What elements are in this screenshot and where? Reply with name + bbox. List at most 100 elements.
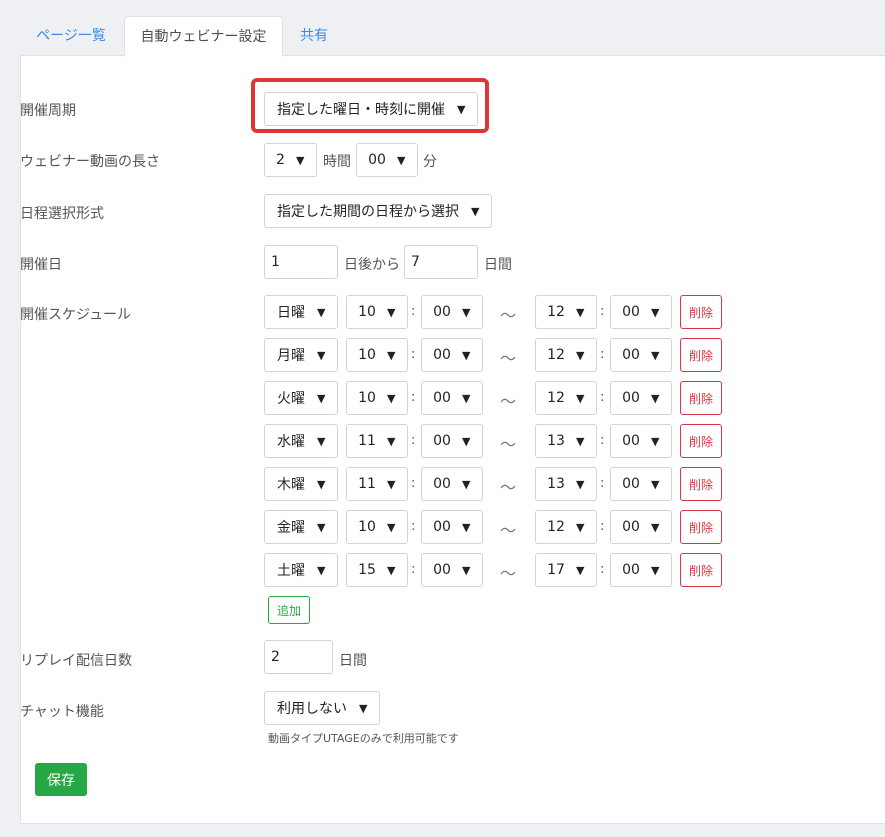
- day-select[interactable]: 月曜 ▼: [264, 338, 338, 372]
- date-label: 開催日: [20, 257, 62, 273]
- chevron-down-icon: ▼: [359, 701, 368, 715]
- days-unit: 日間: [484, 257, 512, 273]
- chevron-down-icon: ▼: [387, 305, 396, 319]
- chevron-down-icon: ▼: [651, 434, 660, 448]
- end-hour-select[interactable]: 13 ▼: [535, 424, 597, 458]
- save-button[interactable]: 保存: [35, 763, 87, 796]
- start-hour-select[interactable]: 11 ▼: [346, 467, 408, 501]
- delete-button[interactable]: 削除: [680, 467, 722, 501]
- replay-days-input[interactable]: 2: [264, 640, 333, 674]
- end-minute-select[interactable]: 00 ▼: [610, 467, 672, 501]
- day-select[interactable]: 日曜 ▼: [264, 295, 338, 329]
- end-minute-select[interactable]: 00 ▼: [610, 553, 672, 587]
- chevron-down-icon: ▼: [576, 434, 585, 448]
- delete-button[interactable]: 削除: [680, 510, 722, 544]
- days-input[interactable]: 7: [404, 245, 478, 279]
- chevron-down-icon: ▼: [317, 520, 326, 534]
- end-minute-value: 00: [622, 347, 640, 363]
- start-minute-select[interactable]: 00 ▼: [421, 553, 483, 587]
- end-hour-select[interactable]: 13 ▼: [535, 467, 597, 501]
- start-hour-select[interactable]: 10 ▼: [346, 510, 408, 544]
- delete-button[interactable]: 削除: [680, 295, 722, 329]
- end-minute-select[interactable]: 00 ▼: [610, 295, 672, 329]
- time-colon: :: [411, 347, 416, 362]
- start-minute-value: 00: [433, 433, 451, 449]
- tab-share[interactable]: 共有: [284, 16, 344, 56]
- minutes-select[interactable]: 00 ▼: [356, 143, 418, 177]
- chevron-down-icon: ▼: [462, 305, 471, 319]
- start-hour-value: 15: [358, 562, 376, 578]
- start-minute-select[interactable]: 00 ▼: [421, 338, 483, 372]
- hours-select[interactable]: 2 ▼: [264, 143, 317, 177]
- delete-button[interactable]: 削除: [680, 338, 722, 372]
- start-minute-select[interactable]: 00 ▼: [421, 424, 483, 458]
- start-hour-value: 10: [358, 519, 376, 535]
- chevron-down-icon: ▼: [462, 563, 471, 577]
- day-value: 土曜: [277, 563, 305, 579]
- end-minute-select[interactable]: 00 ▼: [610, 338, 672, 372]
- delete-button[interactable]: 削除: [680, 381, 722, 415]
- day-select[interactable]: 金曜 ▼: [264, 510, 338, 544]
- chat-note: 動画タイプUTAGEのみで利用可能です: [268, 732, 459, 745]
- delete-button[interactable]: 削除: [680, 553, 722, 587]
- day-value: 火曜: [277, 391, 305, 407]
- start-hour-select[interactable]: 10 ▼: [346, 381, 408, 415]
- day-value: 金曜: [277, 520, 305, 536]
- chevron-down-icon: ▼: [651, 563, 660, 577]
- start-hour-value: 11: [358, 476, 376, 492]
- end-minute-value: 00: [622, 476, 640, 492]
- chevron-down-icon: ▼: [576, 348, 585, 362]
- time-colon: :: [600, 347, 605, 362]
- start-minute-select[interactable]: 00 ▼: [421, 381, 483, 415]
- day-select[interactable]: 水曜 ▼: [264, 424, 338, 458]
- day-select[interactable]: 火曜 ▼: [264, 381, 338, 415]
- start-hour-select[interactable]: 10 ▼: [346, 295, 408, 329]
- end-minute-select[interactable]: 00 ▼: [610, 381, 672, 415]
- chevron-down-icon: ▼: [576, 563, 585, 577]
- end-hour-select[interactable]: 12 ▼: [535, 510, 597, 544]
- end-minute-select[interactable]: 00 ▼: [610, 510, 672, 544]
- chevron-down-icon: ▼: [317, 563, 326, 577]
- time-colon: :: [600, 433, 605, 448]
- chevron-down-icon: ▼: [651, 348, 660, 362]
- start-minute-select[interactable]: 00 ▼: [421, 510, 483, 544]
- start-minute-value: 00: [433, 347, 451, 363]
- chat-select[interactable]: 利用しない ▼: [264, 691, 380, 725]
- end-hour-value: 12: [547, 347, 565, 363]
- end-minute-select[interactable]: 00 ▼: [610, 424, 672, 458]
- end-hour-select[interactable]: 12 ▼: [535, 338, 597, 372]
- chevron-down-icon: ▼: [462, 434, 471, 448]
- end-hour-select[interactable]: 12 ▼: [535, 295, 597, 329]
- end-minute-value: 00: [622, 562, 640, 578]
- day-select[interactable]: 木曜 ▼: [264, 467, 338, 501]
- selection-label: 日程選択形式: [20, 206, 104, 222]
- start-hour-select[interactable]: 15 ▼: [346, 553, 408, 587]
- chevron-down-icon: ▼: [387, 520, 396, 534]
- delete-button[interactable]: 削除: [680, 424, 722, 458]
- start-minute-select[interactable]: 00 ▼: [421, 295, 483, 329]
- chevron-down-icon: ▼: [651, 520, 660, 534]
- chevron-down-icon: ▼: [576, 477, 585, 491]
- cycle-label: 開催周期: [20, 103, 76, 119]
- cycle-select[interactable]: 指定した曜日・時刻に開催 ▼: [264, 92, 478, 126]
- start-hour-select[interactable]: 11 ▼: [346, 424, 408, 458]
- range-tilde: 〜: [500, 306, 517, 325]
- chevron-down-icon: ▼: [397, 153, 406, 167]
- range-tilde: 〜: [500, 478, 517, 497]
- start-hour-select[interactable]: 10 ▼: [346, 338, 408, 372]
- chevron-down-icon: ▼: [471, 204, 480, 218]
- chevron-down-icon: ▼: [387, 477, 396, 491]
- add-button[interactable]: 追加: [268, 596, 310, 624]
- tab-page-list[interactable]: ページ一覧: [20, 16, 122, 56]
- start-hour-value: 10: [358, 390, 376, 406]
- end-hour-select[interactable]: 12 ▼: [535, 381, 597, 415]
- start-minute-select[interactable]: 00 ▼: [421, 467, 483, 501]
- end-hour-select[interactable]: 17 ▼: [535, 553, 597, 587]
- end-minute-value: 00: [622, 390, 640, 406]
- start-day-input[interactable]: 1: [264, 245, 338, 279]
- selection-select[interactable]: 指定した期間の日程から選択 ▼: [264, 194, 492, 228]
- time-colon: :: [600, 562, 605, 577]
- day-select[interactable]: 土曜 ▼: [264, 553, 338, 587]
- chevron-down-icon: ▼: [317, 434, 326, 448]
- tab-auto-webinar-settings[interactable]: 自動ウェビナー設定: [124, 16, 283, 57]
